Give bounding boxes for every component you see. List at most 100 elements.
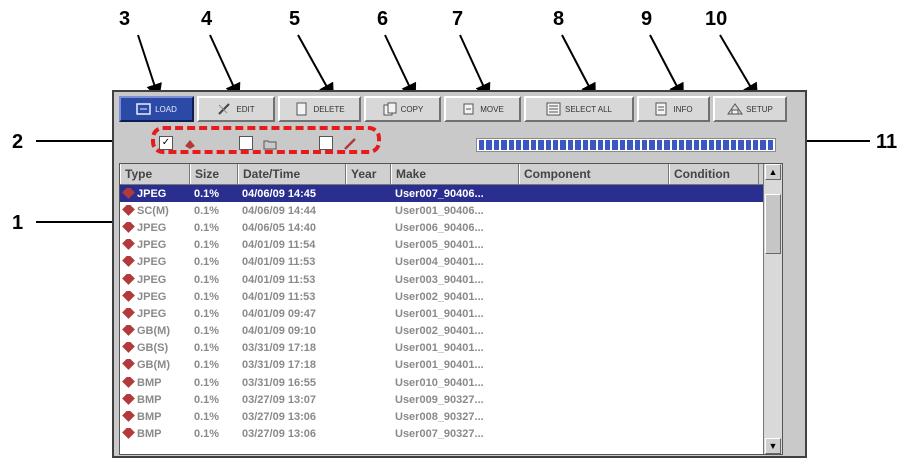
progress-segment <box>686 140 692 150</box>
edit-button[interactable]: EDIT <box>197 96 275 122</box>
table-row[interactable]: GB(M) 0.1% 04/01/09 09:10 User002_90401... <box>120 323 782 340</box>
progress-segment <box>619 140 626 150</box>
table-row[interactable]: BMP 0.1% 03/27/09 13:07 User009_90327... <box>120 391 782 408</box>
progress-segment <box>678 140 685 150</box>
table-body: JPEG 0.1% 04/06/09 14:45 User007_90406... SC… <box>120 185 782 443</box>
cell-make: User009_90327... <box>395 393 484 406</box>
cell-date-time: 04/01/09 09:10 <box>242 325 317 338</box>
file-type-label: JPEG <box>137 221 167 234</box>
cell-date-time: 03/27/09 13:06 <box>242 411 317 424</box>
cell-size: 0.1% <box>194 376 220 389</box>
column-header-component[interactable]: Component <box>519 164 669 184</box>
progress-segment <box>716 140 722 150</box>
column-header-condition[interactable]: Condition <box>669 164 759 184</box>
callout-2: 2 <box>12 131 24 153</box>
scroll-up-button[interactable]: ▲ <box>765 164 781 180</box>
cell-make: User010_90401... <box>395 376 484 389</box>
cell-make: User007_90327... <box>395 428 484 441</box>
table-row[interactable]: BMP 0.1% 03/31/09 16:55 User010_90401... <box>120 374 782 391</box>
callout-5: 5 <box>289 8 301 30</box>
select-all-icon <box>546 102 562 116</box>
column-header-year[interactable]: Year <box>346 164 391 184</box>
table-row[interactable]: SC(M) 0.1% 04/06/09 14:44 User001_90406... <box>120 202 782 219</box>
filter-checkbox-pencil[interactable] <box>319 136 333 150</box>
progress-segment <box>693 140 700 150</box>
delete-button[interactable]: DELETE <box>278 96 361 122</box>
column-header-date-time[interactable]: Date/Time <box>238 164 346 184</box>
progress-segment <box>760 140 766 150</box>
cell-size: 0.1% <box>194 307 220 320</box>
file-type-label: BMP <box>137 393 162 406</box>
callout-7: 7 <box>452 8 464 30</box>
scroll-thumb[interactable] <box>765 194 781 254</box>
info-button[interactable]: INFO <box>637 96 710 122</box>
progress-segment <box>567 140 574 150</box>
file-type-icon <box>122 221 135 233</box>
progress-segment <box>597 140 603 150</box>
callout-3: 3 <box>119 8 131 30</box>
file-type-label: BMP <box>137 411 162 424</box>
move-label: MOVE <box>480 104 504 114</box>
progress-segment <box>767 140 774 150</box>
progress-segment <box>493 140 500 150</box>
callout-1: 1 <box>12 212 24 234</box>
cell-type: JPEG <box>120 307 190 320</box>
progress-segment <box>508 140 515 150</box>
table-row[interactable]: JPEG 0.1% 04/01/09 11:53 User003_90401... <box>120 271 782 288</box>
filter-checkbox-folder[interactable] <box>239 136 253 150</box>
setup-button[interactable]: SETUP <box>713 96 787 122</box>
file-type-icon <box>122 239 135 251</box>
scroll-down-button[interactable]: ▼ <box>765 438 781 454</box>
cell-type: JPEG <box>120 273 190 286</box>
file-type-icon <box>122 307 135 319</box>
table-row[interactable]: GB(S) 0.1% 03/31/09 17:18 User001_90401... <box>120 340 782 357</box>
cell-make: User004_90401... <box>395 256 484 269</box>
column-header-type[interactable]: Type <box>120 164 190 184</box>
table-row[interactable]: BMP 0.1% 03/27/09 13:06 User008_90327... <box>120 408 782 425</box>
file-type-icon <box>122 187 135 199</box>
column-header-make[interactable]: Make <box>391 164 519 184</box>
progress-segment <box>701 140 707 150</box>
cell-date-time: 04/01/09 11:53 <box>242 290 316 303</box>
file-type-icon <box>122 376 135 388</box>
progress-segment <box>634 140 640 150</box>
cell-date-time: 03/27/09 13:07 <box>242 393 317 406</box>
cell-date-time: 03/31/09 16:55 <box>242 376 317 389</box>
progress-segment <box>575 140 581 150</box>
progress-segment <box>582 140 589 150</box>
move-button[interactable]: MOVE <box>444 96 521 122</box>
table-row[interactable]: JPEG 0.1% 04/01/09 11:54 User005_90401... <box>120 237 782 254</box>
table-row[interactable]: GB(M) 0.1% 03/31/09 17:18 User001_90401... <box>120 357 782 374</box>
cell-make: User006_90406... <box>395 221 484 234</box>
setup-label: SETUP <box>746 104 773 114</box>
cell-date-time: 04/06/09 14:45 <box>242 187 317 200</box>
table-row[interactable]: JPEG 0.1% 04/01/09 11:53 User002_90401... <box>120 288 782 305</box>
table-row[interactable]: JPEG 0.1% 04/01/09 09:47 User001_90401... <box>120 305 782 322</box>
progress-segment <box>649 140 655 150</box>
progress-segment <box>641 140 648 150</box>
table-row[interactable]: JPEG 0.1% 04/06/09 14:45 User007_90406... <box>120 185 782 203</box>
load-label: LOAD <box>155 104 177 114</box>
vertical-scrollbar[interactable]: ▲ ▼ <box>763 164 782 454</box>
cell-make: User001_90401... <box>395 359 484 372</box>
file-type-label: JPEG <box>137 307 167 320</box>
copy-button[interactable]: COPY <box>364 96 441 122</box>
callout-8: 8 <box>553 8 565 30</box>
table-row[interactable]: BMP 0.1% 03/27/09 13:06 User007_90327... <box>120 426 782 443</box>
edit-label: EDIT <box>236 104 255 114</box>
cell-make: User005_90401... <box>395 239 484 252</box>
column-header-size[interactable]: Size <box>190 164 238 184</box>
cell-make: User003_90401... <box>395 273 484 286</box>
select-all-button[interactable]: SELECT ALL <box>524 96 634 122</box>
memory-progress-bar <box>476 138 776 152</box>
callout-4: 4 <box>201 8 213 30</box>
table-row[interactable]: JPEG 0.1% 04/01/09 11:53 User004_90401... <box>120 254 782 271</box>
filter-checkbox-image[interactable]: ✓ <box>159 136 173 150</box>
delete-icon <box>294 102 310 116</box>
load-button[interactable]: LOAD <box>119 96 194 122</box>
callout-11: 11 <box>876 131 898 153</box>
table-row[interactable]: JPEG 0.1% 04/06/05 14:40 User006_90406... <box>120 219 782 236</box>
type-filters: ✓ <box>159 132 379 154</box>
cell-size: 0.1% <box>194 325 220 338</box>
progress-segment <box>723 140 729 150</box>
